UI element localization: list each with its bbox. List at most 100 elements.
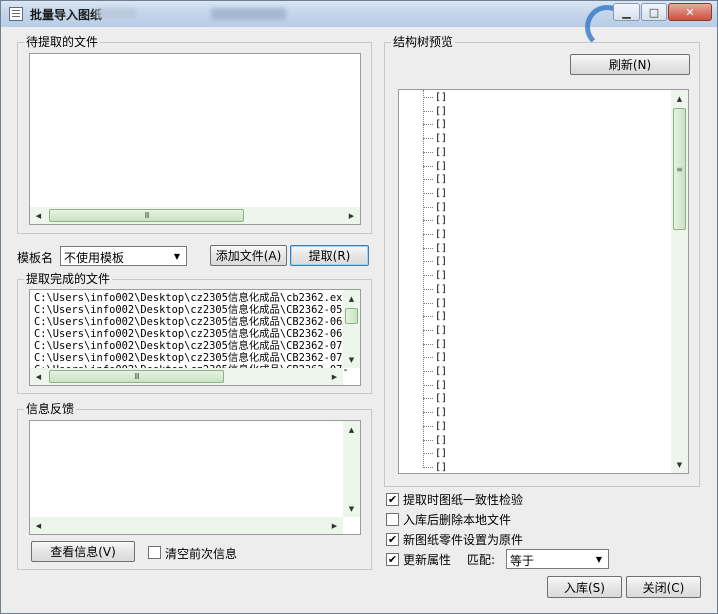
tree-preview-group: 结构树预览 刷新(N) [][][][][][][][][][][][][][]… bbox=[384, 35, 700, 487]
scroll-down-icon[interactable]: ▼ bbox=[671, 456, 688, 473]
tree-node-label: [] bbox=[435, 324, 448, 336]
scroll-up-icon[interactable]: ▲ bbox=[343, 290, 360, 307]
list-item[interactable]: C:\Users\info002\Desktop\cz2305信息化成品\CB2… bbox=[34, 340, 349, 352]
minimize-button[interactable]: ▁ bbox=[613, 3, 640, 21]
tree-connector bbox=[423, 110, 433, 112]
maximize-button[interactable]: □ bbox=[641, 3, 667, 21]
tree-node-label: [] bbox=[435, 119, 448, 131]
scroll-thumb[interactable]: ≡ bbox=[673, 108, 686, 230]
list-item[interactable]: C:\Users\info002\Desktop\cz2305信息化成品\CB2… bbox=[34, 352, 349, 364]
tree-node[interactable]: [] bbox=[423, 105, 447, 118]
tree-node[interactable]: [] bbox=[423, 434, 447, 447]
update-attributes-checkbox[interactable]: ✔ bbox=[386, 553, 399, 566]
template-select[interactable]: 不使用模板 ▼ bbox=[60, 246, 187, 266]
scroll-right-icon[interactable]: ▶ bbox=[343, 207, 360, 224]
tree-connector bbox=[423, 138, 433, 140]
tree-node[interactable]: [] bbox=[423, 214, 447, 227]
tree-node[interactable]: [] bbox=[423, 351, 447, 364]
tree-node[interactable]: [] bbox=[423, 160, 447, 173]
scroll-right-icon[interactable]: ▶ bbox=[326, 517, 343, 534]
completed-files-hscrollbar[interactable]: ◀ III ▶ bbox=[30, 368, 343, 385]
tree-node[interactable]: [] bbox=[423, 173, 447, 186]
blurred-region bbox=[211, 8, 286, 20]
tree-node[interactable]: [] bbox=[423, 118, 447, 131]
tree-node[interactable]: [] bbox=[423, 338, 447, 351]
tree-node[interactable]: [] bbox=[423, 132, 447, 145]
pending-files-list[interactable]: ◀ III ▶ bbox=[29, 53, 361, 225]
list-item[interactable]: C:\Users\info002\Desktop\cz2305信息化成品\CB2… bbox=[34, 316, 349, 328]
tree-node[interactable]: [] bbox=[423, 310, 447, 323]
refresh-button[interactable]: 刷新(N) bbox=[570, 54, 690, 75]
scroll-down-icon[interactable]: ▼ bbox=[343, 351, 360, 368]
structure-tree[interactable]: [][][][][][][][][][][][][][][][][][][][]… bbox=[398, 89, 689, 474]
tree-node[interactable]: [] bbox=[423, 324, 447, 337]
tree-node[interactable]: [] bbox=[423, 365, 447, 378]
tree-connector bbox=[423, 329, 433, 331]
tree-node[interactable]: [] bbox=[423, 201, 447, 214]
tree-connector bbox=[423, 124, 433, 126]
tree-node-label: [] bbox=[435, 448, 448, 460]
view-info-button[interactable]: 查看信息(V) bbox=[31, 541, 135, 562]
tree-node[interactable]: [] bbox=[423, 461, 447, 473]
tree-node[interactable]: [] bbox=[423, 392, 447, 405]
feedback-vscrollbar[interactable]: ▲ ▼ bbox=[343, 421, 360, 517]
tree-node[interactable]: [] bbox=[423, 255, 447, 268]
tree-vscrollbar[interactable]: ▲ ≡ ▼ bbox=[671, 90, 688, 473]
list-item[interactable]: C:\Users\info002\Desktop\cz2305信息化成品\CB2… bbox=[34, 304, 349, 316]
extract-button[interactable]: 提取(R) bbox=[290, 245, 369, 266]
add-file-button[interactable]: 添加文件(A) bbox=[210, 245, 287, 266]
pending-files-hscrollbar[interactable]: ◀ III ▶ bbox=[30, 207, 360, 224]
tree-connector bbox=[423, 343, 433, 345]
pending-files-title: 待提取的文件 bbox=[24, 35, 101, 49]
scroll-down-icon[interactable]: ▼ bbox=[343, 500, 360, 517]
tree-connector bbox=[423, 220, 433, 222]
scroll-thumb[interactable]: III bbox=[49, 370, 224, 383]
tree-connector bbox=[423, 275, 433, 277]
tree-connector bbox=[423, 425, 433, 427]
scroll-left-icon[interactable]: ◀ bbox=[30, 368, 47, 385]
tree-node-label: [] bbox=[435, 174, 448, 186]
template-label: 模板名 bbox=[17, 251, 54, 265]
tree-node[interactable]: [] bbox=[423, 447, 447, 460]
grip-icon: ≡ bbox=[676, 164, 683, 174]
tree-node[interactable]: [] bbox=[423, 406, 447, 419]
scroll-thumb[interactable]: III bbox=[49, 209, 244, 222]
list-item[interactable]: C:\Users\info002\Desktop\cz2305信息化成品\cb2… bbox=[34, 292, 349, 304]
tree-connector bbox=[423, 412, 433, 414]
tree-node[interactable]: [] bbox=[423, 283, 447, 296]
feedback-hscrollbar[interactable]: ◀ ▶ bbox=[30, 517, 343, 534]
list-item[interactable]: C:\Users\info002\Desktop\cz2305信息化成品\CB2… bbox=[34, 328, 349, 340]
tree-node[interactable]: [] bbox=[423, 420, 447, 433]
clear-prev-checkbox[interactable] bbox=[148, 546, 161, 559]
tree-node[interactable]: [] bbox=[423, 379, 447, 392]
tree-node[interactable]: [] bbox=[423, 242, 447, 255]
close-button[interactable]: 关闭(C) bbox=[626, 576, 701, 598]
scroll-right-icon[interactable]: ▶ bbox=[326, 368, 343, 385]
scroll-thumb[interactable] bbox=[345, 308, 358, 324]
import-button[interactable]: 入库(S) bbox=[547, 576, 622, 598]
close-window-button[interactable]: ✕ bbox=[668, 3, 712, 21]
tree-node[interactable]: [] bbox=[423, 146, 447, 159]
completed-files-list[interactable]: C:\Users\info002\Desktop\cz2305信息化成品\cb2… bbox=[29, 289, 361, 386]
feedback-text[interactable]: ▲ ▼ ◀ ▶ bbox=[29, 420, 361, 535]
tree-node[interactable]: [] bbox=[423, 269, 447, 282]
tree-connector bbox=[423, 453, 433, 455]
scroll-up-icon[interactable]: ▲ bbox=[343, 421, 360, 438]
tree-connector bbox=[423, 261, 433, 263]
consistency-check-checkbox[interactable]: ✔ bbox=[386, 493, 399, 506]
tree-node[interactable]: [] bbox=[423, 187, 447, 200]
scroll-up-icon[interactable]: ▲ bbox=[671, 90, 688, 107]
tree-node-label: [] bbox=[435, 393, 448, 405]
maximize-icon: □ bbox=[648, 5, 660, 19]
tree-node[interactable]: [] bbox=[423, 228, 447, 241]
set-original-checkbox[interactable]: ✔ bbox=[386, 533, 399, 546]
tree-node[interactable]: [] bbox=[423, 91, 447, 104]
completed-files-vscrollbar[interactable]: ▲ ▼ bbox=[343, 290, 360, 368]
tree-node-label: [] bbox=[435, 242, 448, 254]
delete-local-checkbox[interactable] bbox=[386, 513, 399, 526]
scroll-left-icon[interactable]: ◀ bbox=[30, 207, 47, 224]
tree-node[interactable]: [] bbox=[423, 297, 447, 310]
scroll-left-icon[interactable]: ◀ bbox=[30, 517, 47, 534]
tree-preview-title: 结构树预览 bbox=[391, 35, 456, 49]
match-select[interactable]: 等于 ▼ bbox=[506, 549, 609, 569]
